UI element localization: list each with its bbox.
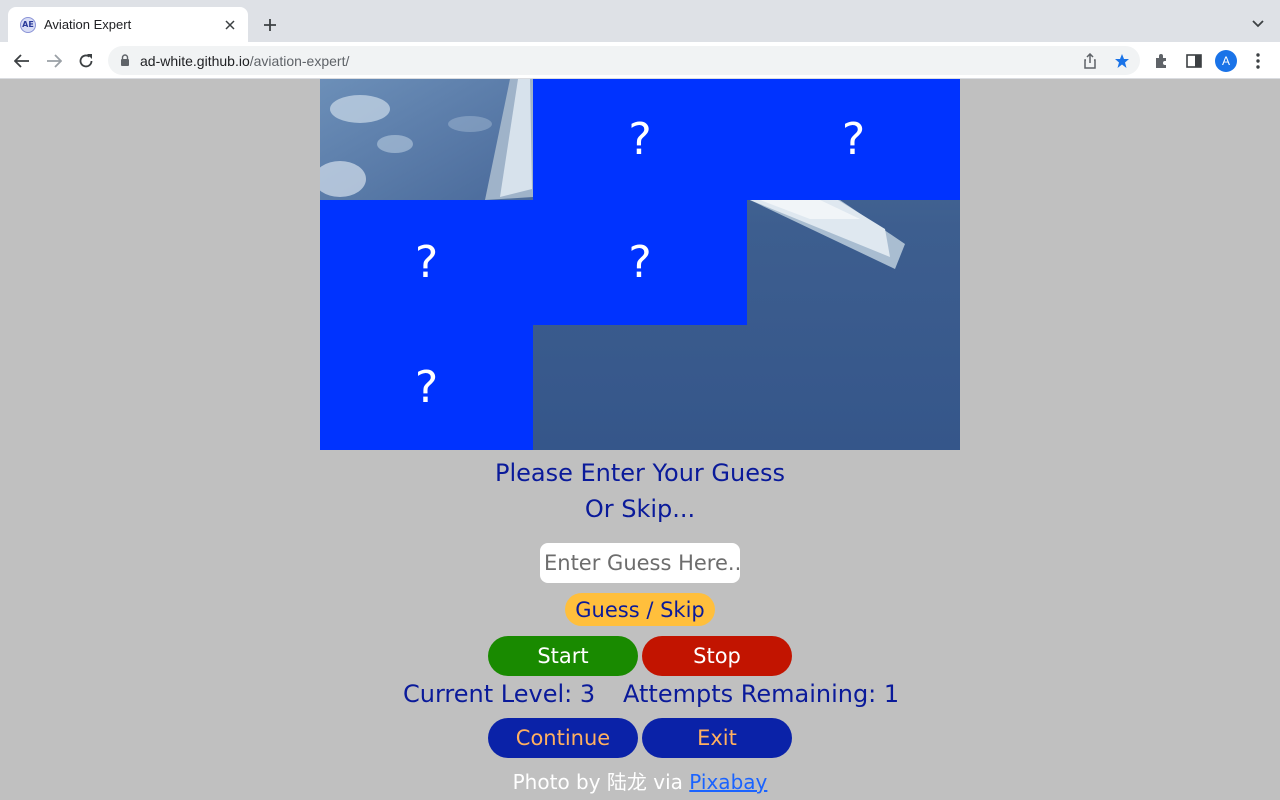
side-panel-icon[interactable] (1181, 48, 1207, 74)
browser-tab[interactable]: AE Aviation Expert (8, 7, 248, 42)
start-button[interactable]: Start (488, 636, 638, 676)
browser-toolbar: ad-white.github.io/aviation-expert/ A (0, 42, 1280, 79)
hidden-tile: ? (320, 200, 533, 325)
prompt-line-1: Please Enter Your Guess (494, 459, 785, 487)
more-menu-icon[interactable] (1245, 48, 1271, 74)
continue-button[interactable]: Continue (488, 718, 638, 758)
lock-icon (120, 51, 130, 70)
new-tab-icon[interactable] (258, 13, 282, 37)
exit-button[interactable]: Exit (642, 718, 792, 758)
share-icon[interactable] (1080, 51, 1100, 71)
extensions-puzzle-icon[interactable] (1149, 48, 1175, 74)
guess-input[interactable] (540, 543, 740, 583)
stop-button[interactable]: Stop (642, 636, 792, 676)
url-path: /aviation-expert/ (249, 52, 350, 69)
url-host: ad-white.github.io (140, 52, 250, 69)
tab-title: Aviation Expert (44, 17, 132, 32)
photo-credit-text: Photo by 陆龙 via (512, 770, 690, 794)
back-arrow-icon[interactable] (9, 48, 35, 74)
prompt-line-2: Or Skip... (584, 495, 696, 523)
pixabay-link[interactable]: Pixabay (689, 770, 767, 794)
chevron-down-icon[interactable] (1248, 14, 1268, 34)
hidden-tile: ? (320, 325, 533, 450)
guess-skip-button[interactable]: Guess / Skip (565, 593, 715, 626)
hidden-tile: ? (533, 200, 747, 325)
current-level-label: Current Level: 3 (403, 680, 596, 708)
address-bar[interactable]: ad-white.github.io/aviation-expert/ (108, 46, 1140, 75)
hidden-tile: ? (747, 79, 960, 200)
browser-tab-strip: AE Aviation Expert (0, 0, 1280, 42)
profile-avatar[interactable]: A (1215, 50, 1237, 72)
bookmark-star-icon[interactable] (1112, 51, 1132, 71)
forward-arrow-icon[interactable] (41, 48, 67, 74)
hidden-tile: ? (533, 79, 747, 200)
favicon-icon: AE (20, 16, 36, 33)
close-tab-icon[interactable] (222, 17, 238, 33)
url-text: ad-white.github.io/aviation-expert/ (140, 53, 349, 69)
photo-credit: Photo by 陆龙 via Pixabay (320, 766, 960, 795)
reload-icon[interactable] (73, 48, 99, 74)
attempts-remaining-label: Attempts Remaining: 1 (623, 680, 900, 708)
